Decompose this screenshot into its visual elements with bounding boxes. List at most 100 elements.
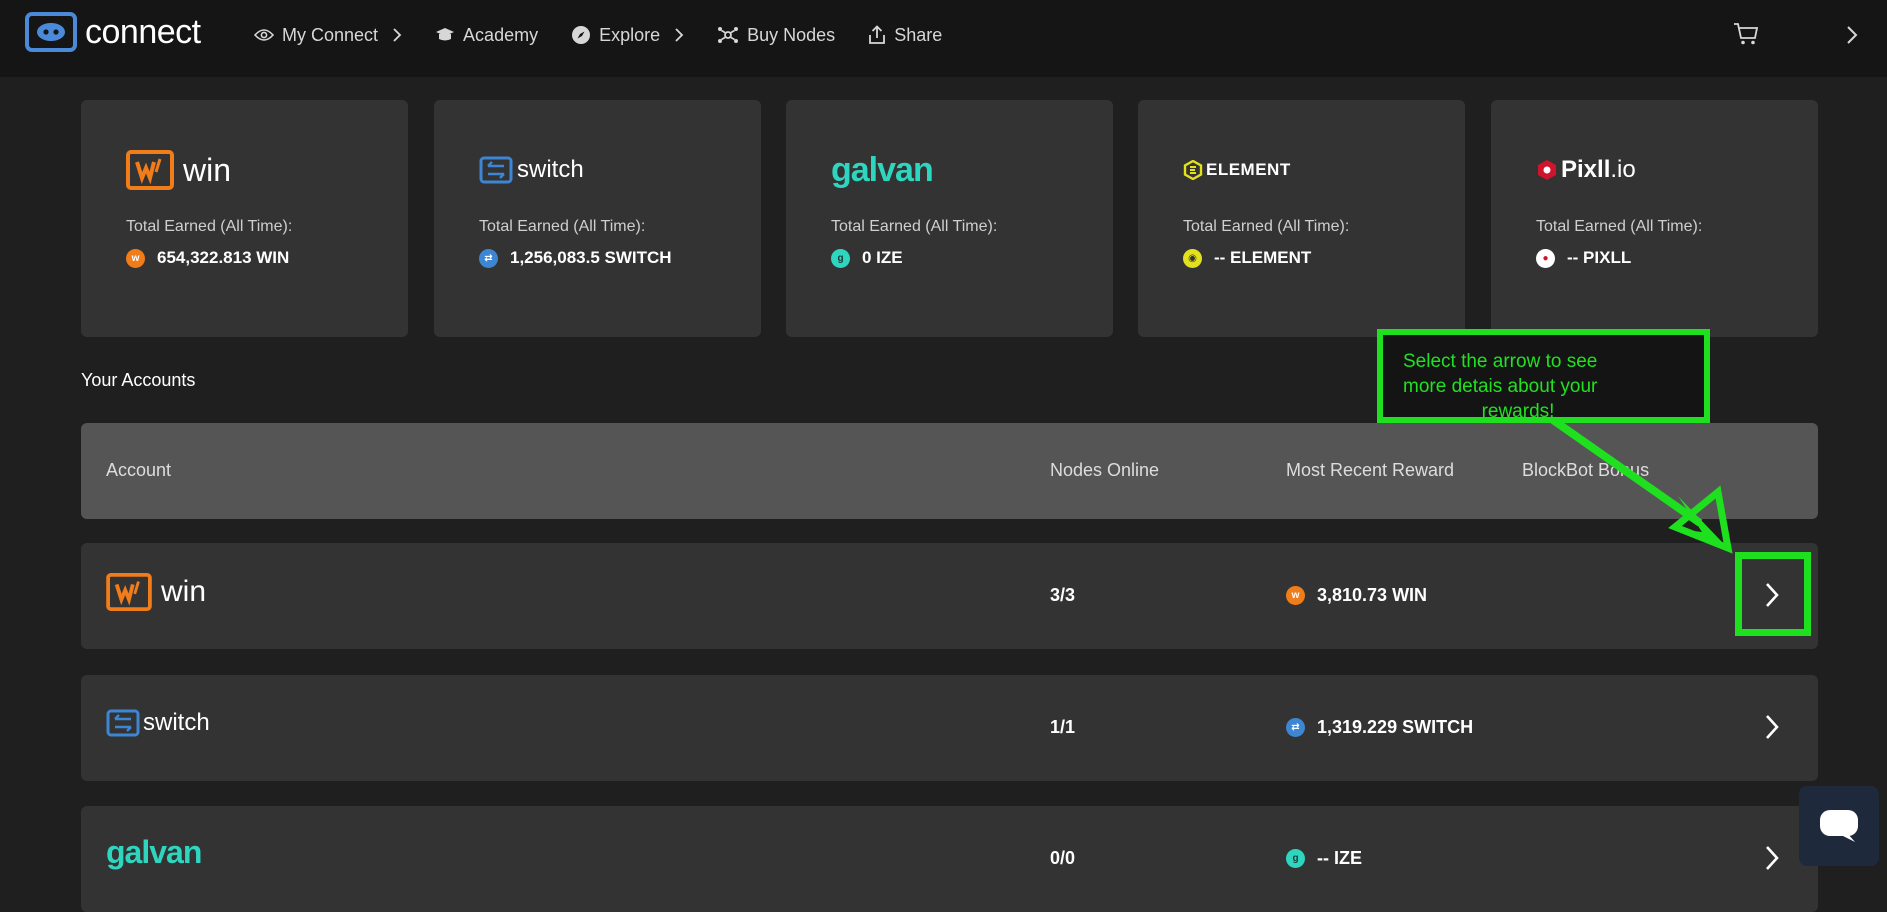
chat-bubble-icon [1820,810,1858,842]
pixll-logo-icon [1538,160,1556,180]
recent-reward: ⇄ 1,319.229 SWITCH [1286,717,1473,738]
share-icon [869,25,886,44]
recent-reward: w 3,810.73 WIN [1286,585,1427,606]
annotation-line-2: more detais about your [1403,376,1598,397]
switch-logo-icon [106,709,140,737]
switch-coin-icon: ⇄ [1286,718,1305,737]
element-logo-icon [1183,160,1203,180]
chevron-right-icon [393,28,402,42]
arrow-highlight-box [1735,552,1811,636]
galvan-coin-icon: g [1286,849,1305,868]
logo-text: connect [85,12,201,51]
column-blockbot-bonus: BlockBot Bonus [1522,460,1650,480]
token-card-win: win Total Earned (All Time): w 654,322.8… [81,100,408,337]
nav-my-connect[interactable]: My Connect [254,25,402,46]
switch-coin-icon: ⇄ [479,248,498,268]
element-coin-icon: ◉ [1183,248,1202,268]
pixll-coin-icon: ● [1536,248,1555,268]
eye-icon [254,29,274,41]
galvan-total-value: 0 IZE [862,248,903,267]
chevron-right-icon[interactable] [1764,713,1780,741]
token-card-galvan: galvan Total Earned (All Time): g 0 IZE [786,100,1113,337]
win-logo: win [106,573,206,611]
nav-explore[interactable]: Explore [571,25,684,46]
robot-face-icon [25,12,77,52]
win-logo: win [126,150,231,190]
nav-buy-nodes-label: Buy Nodes [747,24,836,45]
nav-academy-label: Academy [463,24,539,45]
chevron-right-icon[interactable] [1846,25,1858,45]
accounts-table-header: Account Nodes Online Most Recent Reward … [81,423,1818,519]
nav-my-connect-label: My Connect [282,24,379,45]
switch-logo-icon [479,156,513,184]
pixll-brand-text: Pixll [1561,156,1611,183]
total-earned-label: Total Earned (All Time): [1183,218,1350,235]
column-account: Account [106,460,172,480]
nav-academy[interactable]: Academy [435,25,538,46]
recent-reward: g -- IZE [1286,848,1362,869]
total-earned-value: ● -- PIXLL [1536,248,1631,268]
connect-logo[interactable]: connect [25,12,201,52]
pixll-total-value: -- PIXLL [1567,248,1632,267]
graduation-cap-icon [436,28,455,41]
total-earned-label: Total Earned (All Time): [126,218,293,235]
win-coin-icon: w [126,248,145,268]
element-logo: ELEMENT [1183,150,1291,190]
switch-brand-text: switch [517,156,584,183]
nav-share[interactable]: Share [868,25,942,46]
win-logo-icon [126,150,174,190]
recent-reward-value: 3,810.73 WIN [1317,585,1428,605]
total-earned-label: Total Earned (All Time): [831,218,998,235]
your-accounts-title: Your Accounts [81,370,196,390]
switch-account-name: switch [143,709,210,736]
switch-total-value: 1,256,083.5 SWITCH [510,248,672,267]
total-earned-value: w 654,322.813 WIN [126,248,289,268]
top-navigation-bar: connect My Connect Academy Explore Buy N… [0,0,1887,77]
nodes-online-value: 1/1 [1050,717,1076,737]
chevron-right-icon [675,28,684,42]
total-earned-value: g 0 IZE [831,248,903,268]
win-account-name: win [161,575,207,608]
compass-icon [572,26,591,44]
total-earned-label: Total Earned (All Time): [1536,218,1703,235]
account-row-galvan[interactable]: galvan 0/0 g -- IZE [81,806,1818,912]
annotation-text: Select the arrow to see more detais abou… [1403,349,1683,424]
win-logo-icon [106,573,152,611]
nav-share-label: Share [894,24,943,45]
account-row-win[interactable]: win 3/3 w 3,810.73 WIN [81,543,1818,649]
switch-logo: switch [479,150,584,190]
pixll-logo: Pixll .io [1536,150,1636,190]
galvan-coin-icon: g [831,248,850,268]
recent-reward-value: 1,319.229 SWITCH [1317,717,1474,737]
cart-icon[interactable] [1733,22,1759,46]
annotation-line-1: Select the arrow to see [1403,351,1598,372]
nodes-icon [718,27,739,43]
nodes-online-value: 3/3 [1050,585,1076,605]
win-coin-icon: w [1286,586,1305,605]
galvan-brand-text: galvan [831,150,934,189]
element-total-value: -- ELEMENT [1214,248,1312,267]
chat-button[interactable] [1799,786,1879,866]
win-brand-text: win [183,151,232,188]
recent-reward-value: -- IZE [1317,848,1362,868]
element-brand-text: ELEMENT [1206,160,1291,179]
nav-explore-label: Explore [599,24,661,45]
column-nodes-online: Nodes Online [1050,460,1160,480]
switch-logo: switch [106,709,210,737]
pixll-brand-suffix: .io [1610,156,1636,183]
chevron-right-icon[interactable] [1764,844,1780,872]
total-earned-value: ◉ -- ELEMENT [1183,248,1311,268]
total-earned-label: Total Earned (All Time): [479,218,646,235]
account-row-switch[interactable]: switch 1/1 ⇄ 1,319.229 SWITCH [81,675,1818,781]
token-card-switch: switch Total Earned (All Time): ⇄ 1,256,… [434,100,761,337]
galvan-logo: galvan [106,834,202,871]
win-total-value: 654,322.813 WIN [157,248,290,267]
annotation-callout: Select the arrow to see more detais abou… [1377,329,1710,423]
total-earned-value: ⇄ 1,256,083.5 SWITCH [479,248,672,268]
annotation-line-3: rewards! [1481,401,1555,422]
token-card-element: ELEMENT Total Earned (All Time): ◉ -- EL… [1138,100,1465,337]
galvan-account-name: galvan [106,834,202,870]
nav-buy-nodes[interactable]: Buy Nodes [717,25,835,46]
column-most-recent-reward: Most Recent Reward [1286,460,1455,480]
galvan-logo: galvan [831,150,934,190]
